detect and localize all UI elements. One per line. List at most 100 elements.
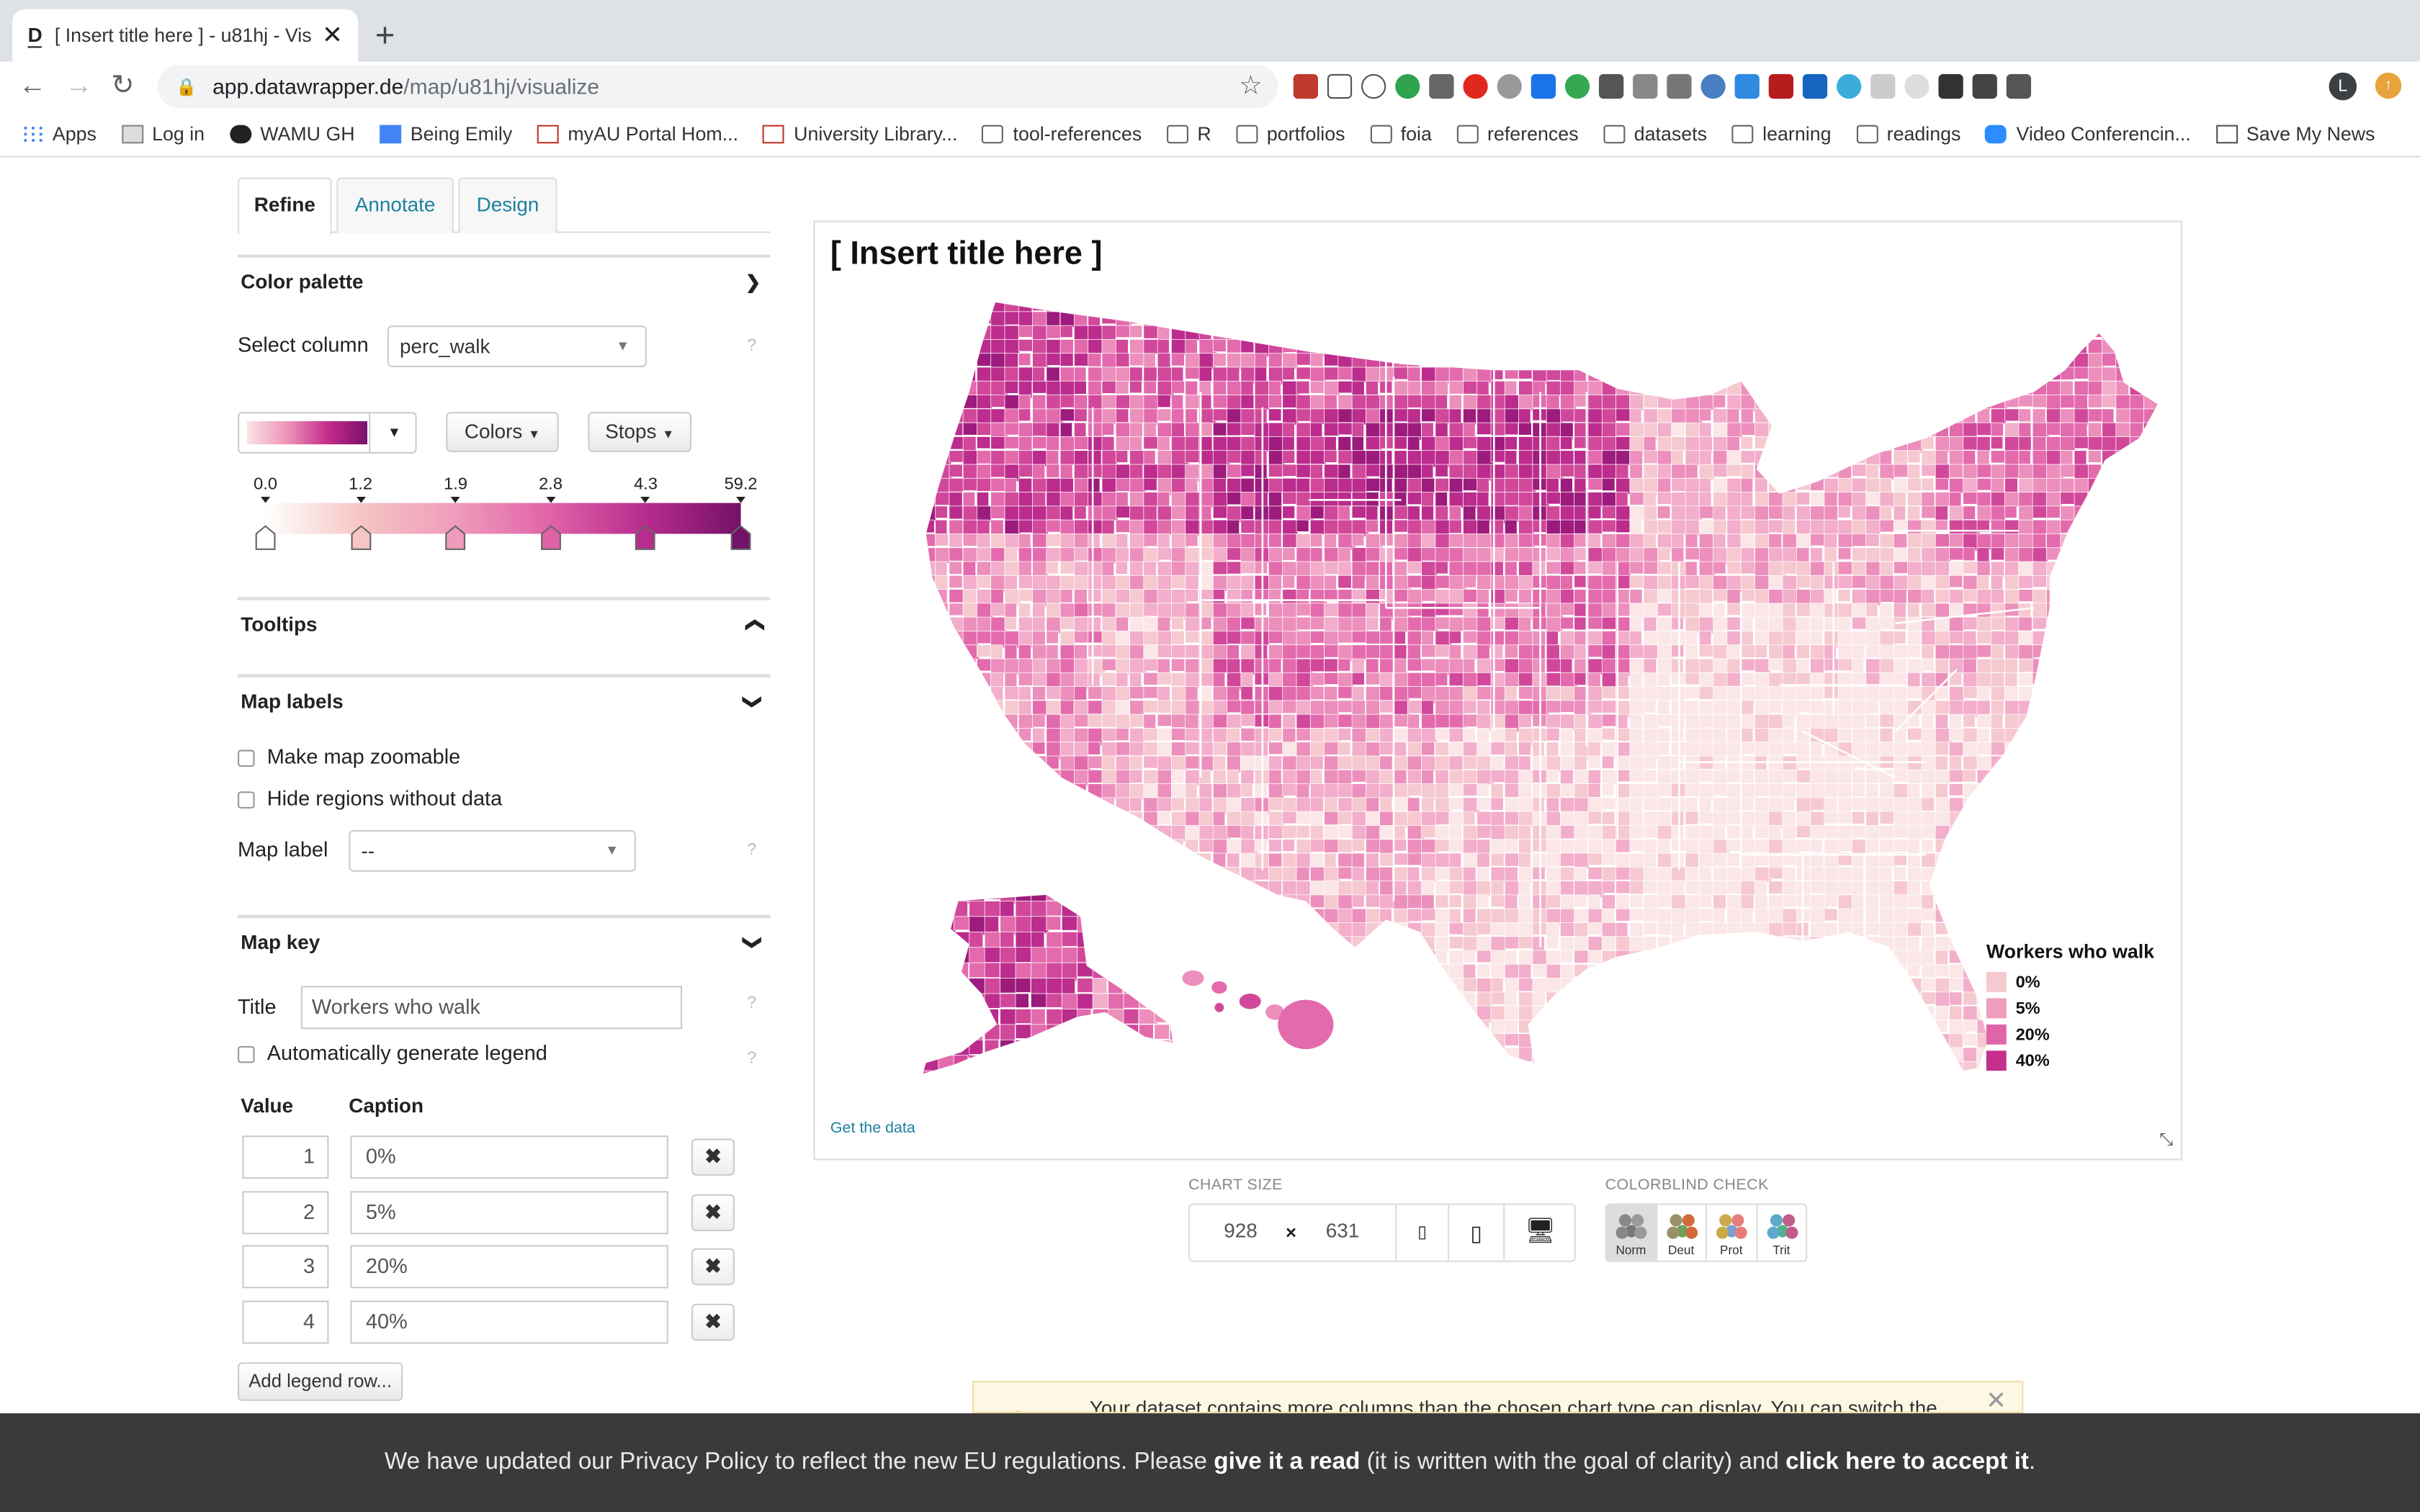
tab-design[interactable]: Design — [458, 177, 557, 233]
color-stop-handle[interactable] — [635, 525, 657, 551]
extension-icon[interactable] — [1293, 73, 1318, 99]
resize-handle-icon[interactable]: ⤡ — [2159, 1131, 2173, 1151]
map-key-title-input[interactable]: Workers who walk — [300, 986, 683, 1030]
extension-icon[interactable] — [1599, 73, 1624, 99]
bookmark-item[interactable]: Video Conferencin... — [1985, 122, 2191, 144]
map-label-dropdown[interactable]: -- ▼ — [349, 829, 636, 872]
bookmark-item[interactable]: Apps — [22, 122, 97, 144]
help-icon[interactable]: ? — [747, 336, 756, 355]
reload-icon[interactable]: ↻ — [111, 69, 134, 102]
delete-row-icon[interactable]: ✖ — [691, 1302, 735, 1341]
legend-caption-input[interactable]: 5% — [350, 1190, 668, 1234]
select-column-dropdown[interactable]: perc_walk ▼ — [387, 325, 647, 367]
bookmark-item[interactable]: Log in — [121, 122, 205, 144]
bookmark-item[interactable]: myAU Portal Hom... — [537, 122, 738, 144]
bookmark-star-icon[interactable]: ☆ — [1239, 71, 1263, 102]
bookmark-folder[interactable]: datasets — [1603, 122, 1707, 144]
bookmark-folder[interactable]: learning — [1731, 122, 1832, 144]
stop-value-label[interactable]: 2.8 — [539, 475, 563, 494]
stops-button[interactable]: Stops ▼ — [588, 412, 691, 452]
bookmark-item[interactable]: Save My News — [2215, 122, 2375, 144]
color-stop-handle[interactable] — [255, 525, 277, 551]
extension-icon[interactable] — [1734, 73, 1760, 99]
bookmark-folder[interactable]: tool-references — [982, 122, 1142, 144]
stop-value-label[interactable]: 59.2 — [725, 475, 758, 494]
color-stop-handle[interactable] — [730, 525, 752, 551]
help-icon[interactable]: ? — [747, 994, 756, 1012]
extension-icon[interactable] — [1870, 73, 1896, 99]
map-key-section-header[interactable]: Map key ❯ — [238, 914, 771, 968]
add-legend-row-button[interactable]: Add legend row... — [238, 1362, 403, 1401]
tab-refine[interactable]: Refine — [238, 177, 332, 235]
extension-icon[interactable] — [1837, 73, 1862, 99]
legend-value-input[interactable]: 3 — [242, 1245, 329, 1289]
phone-icon[interactable]: ▯ — [1447, 1205, 1503, 1261]
extension-icon[interactable] — [1564, 73, 1590, 99]
extension-icon[interactable] — [1633, 73, 1658, 99]
desktop-icon[interactable]: 🖥 — [1503, 1205, 1576, 1261]
bookmark-item[interactable]: University Library... — [763, 122, 957, 144]
close-tab-icon[interactable]: ✕ — [322, 20, 343, 51]
phone-small-icon[interactable]: ▯ — [1395, 1205, 1448, 1261]
bookmark-item[interactable]: WAMU GH — [229, 122, 355, 144]
legend-value-input[interactable]: 2 — [242, 1190, 329, 1234]
bookmark-folder[interactable]: R — [1166, 122, 1211, 144]
color-stop-handle[interactable] — [445, 525, 467, 551]
hide-regions-checkbox[interactable] — [238, 791, 255, 809]
bookmark-folder[interactable]: references — [1456, 122, 1579, 144]
legend-value-input[interactable]: 4 — [242, 1300, 329, 1344]
accept-privacy-link[interactable]: click here to accept it — [1785, 1449, 2029, 1475]
legend-caption-input[interactable]: 0% — [350, 1135, 668, 1179]
palette-picker[interactable]: ▼ — [238, 412, 417, 454]
colorblind-option-trit[interactable]: Trit — [1757, 1205, 1806, 1261]
stop-value-label[interactable]: 1.2 — [349, 475, 372, 494]
give-it-a-read-link[interactable]: give it a read — [1214, 1449, 1360, 1475]
profile-avatar[interactable]: L — [2329, 72, 2357, 101]
colorblind-option-deut[interactable]: Deut — [1657, 1205, 1707, 1261]
legend-caption-input[interactable]: 20% — [350, 1245, 668, 1289]
address-bar[interactable]: 🔒 app.datawrapper.de/map/u81hj/visualize… — [157, 65, 1278, 108]
camera-extension-icon[interactable] — [1667, 73, 1692, 99]
help-icon[interactable]: ? — [747, 841, 756, 860]
stop-value-label[interactable]: 4.3 — [634, 475, 658, 494]
colors-button[interactable]: Colors ▼ — [446, 412, 559, 452]
get-the-data-link[interactable]: Get the data — [830, 1120, 915, 1138]
extension-icon[interactable] — [1768, 73, 1793, 99]
delete-row-icon[interactable]: ✖ — [691, 1193, 735, 1230]
extension-icon[interactable] — [1429, 73, 1454, 99]
eyedropper-extension-icon[interactable] — [2006, 73, 2031, 99]
update-icon[interactable]: ↑ — [2375, 72, 2402, 99]
legend-value-input[interactable]: 1 — [242, 1135, 329, 1179]
bookmark-item[interactable]: Being Emily — [379, 122, 512, 144]
legend-caption-input[interactable]: 40% — [350, 1300, 668, 1344]
bookmark-folder[interactable]: foia — [1369, 122, 1432, 144]
delete-row-icon[interactable]: ✖ — [691, 1138, 735, 1176]
chart-height-input[interactable]: 631 — [1326, 1219, 1360, 1242]
adblock-extension-icon[interactable] — [1463, 73, 1488, 99]
back-arrow-icon[interactable]: ← — [19, 69, 47, 102]
stop-value-label[interactable]: 0.0 — [254, 475, 277, 494]
color-stop-handle[interactable] — [350, 525, 372, 551]
extension-icon[interactable] — [1938, 73, 1963, 99]
screenshot-extension-icon[interactable] — [1327, 73, 1353, 99]
help-icon[interactable]: ? — [747, 1049, 756, 1068]
map-labels-section-header[interactable]: Map labels ❯ — [238, 674, 771, 726]
chart-width-input[interactable]: 928 — [1224, 1219, 1258, 1242]
extension-icon[interactable] — [1395, 73, 1420, 99]
extension-icon[interactable] — [1497, 73, 1522, 99]
tooltips-section-header[interactable]: Tooltips ❯ — [238, 597, 771, 649]
extension-icon[interactable] — [1972, 73, 1997, 99]
make-map-zoomable-checkbox[interactable] — [238, 750, 255, 767]
auto-legend-checkbox[interactable] — [238, 1045, 255, 1063]
extension-icon[interactable] — [1904, 73, 1930, 99]
new-tab-plus-icon[interactable]: + — [375, 15, 395, 55]
bookmark-folder[interactable]: readings — [1855, 122, 1960, 144]
delete-row-icon[interactable]: ✖ — [691, 1248, 735, 1285]
browser-tab[interactable]: D [ Insert title here ] - u81hj - Vis ✕ — [12, 9, 359, 62]
close-icon[interactable]: ✕ — [1986, 1390, 2007, 1412]
extension-icon[interactable] — [1531, 73, 1556, 99]
colorblind-option-norm[interactable]: Norm — [1606, 1205, 1657, 1261]
colorblind-option-prot[interactable]: Prot — [1707, 1205, 1757, 1261]
color-stop-handle[interactable] — [540, 525, 562, 551]
forward-arrow-icon[interactable]: → — [65, 69, 93, 102]
